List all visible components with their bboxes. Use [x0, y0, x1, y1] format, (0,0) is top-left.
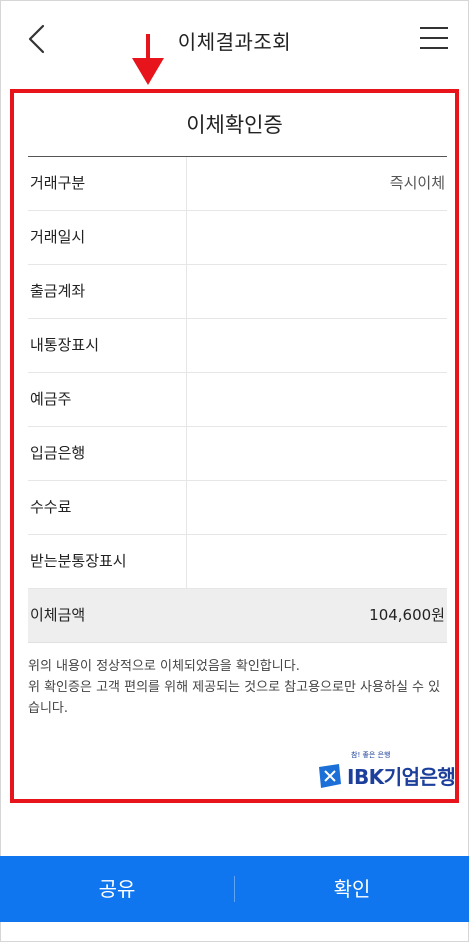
- logo-bank-name: 기업은행: [383, 765, 456, 789]
- total-amount-value: 104,600원: [369, 606, 445, 624]
- row-label: 거래구분: [28, 157, 187, 210]
- table-row: 예금주: [28, 373, 447, 427]
- table-row: 거래일시: [28, 211, 447, 265]
- transfer-receipt-card: 이체확인증 거래구분 즉시이체 거래일시 출금계좌 내통장표시 예금주 입금은행…: [10, 89, 459, 803]
- table-row: 수수료: [28, 481, 447, 535]
- table-row: 받는분통장표시: [28, 535, 447, 589]
- table-row: 내통장표시: [28, 319, 447, 373]
- receipt-title: 이체확인증: [186, 113, 283, 137]
- logo-slogan: 참! 좋은 은행: [351, 751, 391, 759]
- row-value: 즉시이체: [389, 174, 445, 192]
- row-label: 예금주: [28, 373, 187, 426]
- notice-line: 위 확인증은 고객 편의를 위해 제공되는 것으로 참고용으로만 사용하실 수 …: [28, 680, 441, 716]
- confirmation-notice: 위의 내용이 정상적으로 이체되었음을 확인합니다. 위 확인증은 고객 편의를…: [28, 656, 447, 719]
- page-title: 이체결과조회: [177, 30, 292, 54]
- logo-brand: IBK: [347, 765, 384, 789]
- top-header: 이체결과조회: [0, 0, 469, 80]
- share-button[interactable]: 공유: [0, 856, 234, 922]
- red-arrow-icon: [132, 34, 164, 85]
- table-row: 입금은행: [28, 427, 447, 481]
- row-label: 거래일시: [28, 211, 187, 264]
- confirm-button[interactable]: 확인: [235, 856, 469, 922]
- logo-wordmark: IBK기업은행: [347, 761, 456, 790]
- total-amount-label: 이체금액: [30, 606, 86, 624]
- receipt-table: 거래구분 즉시이체 거래일시 출금계좌 내통장표시 예금주 입금은행 수수료 받: [28, 157, 447, 643]
- row-label: 수수료: [28, 481, 187, 534]
- hamburger-menu-icon[interactable]: [420, 25, 448, 51]
- table-row: 출금계좌: [28, 265, 447, 319]
- bottom-action-bar: 공유 확인: [0, 856, 469, 922]
- row-label: 내통장표시: [28, 319, 187, 372]
- ibk-mark-icon: [319, 764, 341, 788]
- table-row: 거래구분 즉시이체: [28, 157, 447, 211]
- row-label: 입금은행: [28, 427, 187, 480]
- ibk-bank-logo: 참! 좋은 은행 IBK기업은행: [317, 750, 456, 790]
- notice-line: 위의 내용이 정상적으로 이체되었음을 확인합니다.: [28, 659, 300, 674]
- row-label: 출금계좌: [28, 265, 187, 318]
- row-label: 받는분통장표시: [28, 535, 187, 588]
- total-amount-row: 이체금액 104,600원: [28, 589, 447, 643]
